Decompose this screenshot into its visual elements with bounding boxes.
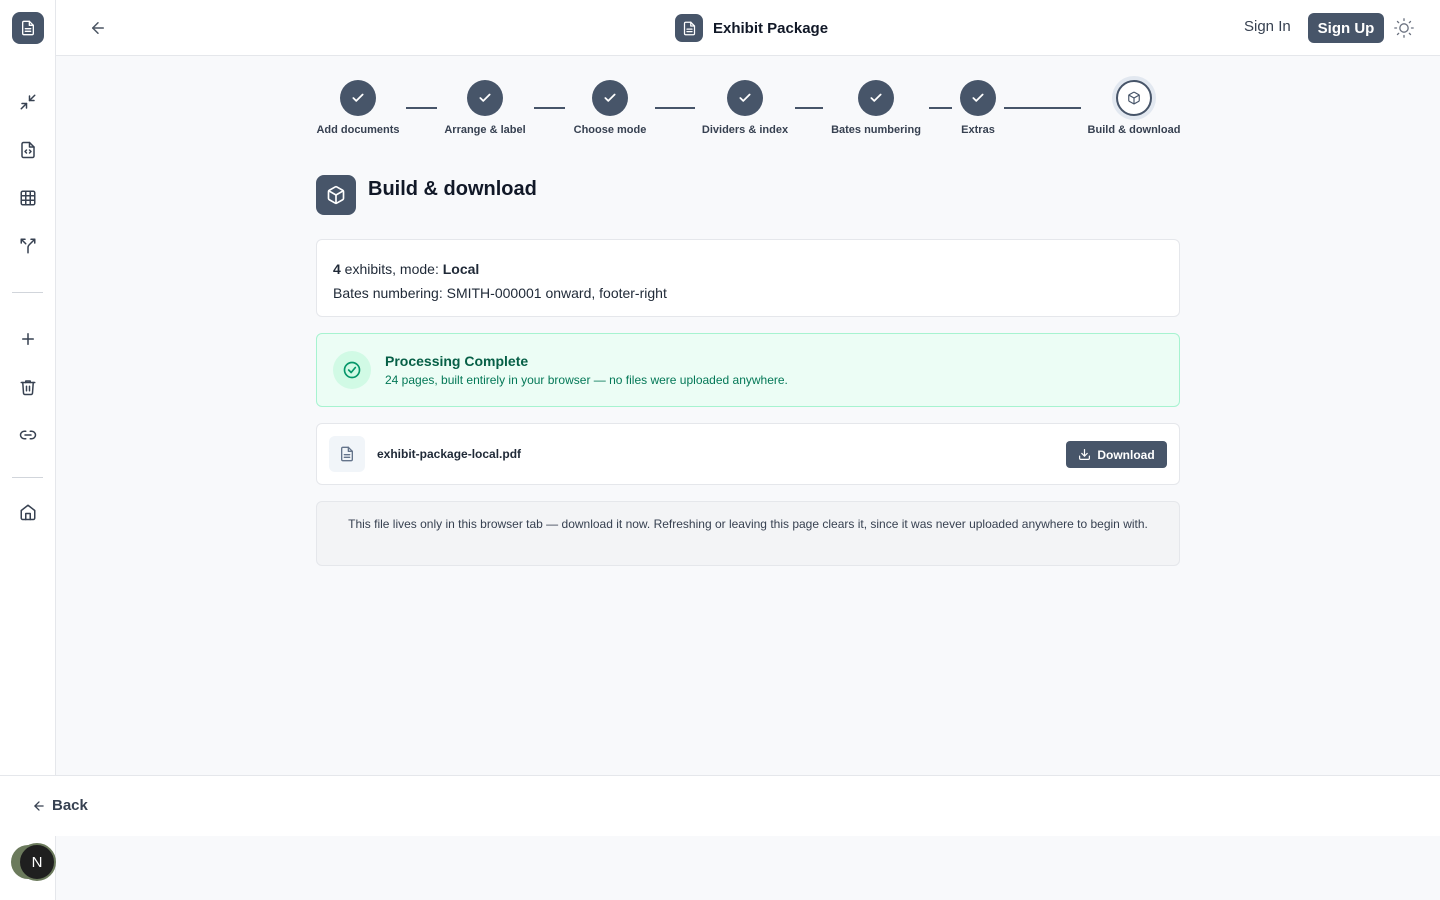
page-title: Exhibit Package bbox=[675, 14, 828, 42]
package-icon bbox=[327, 185, 345, 205]
table-icon bbox=[20, 190, 36, 206]
exhibit-count: 4 bbox=[333, 261, 341, 277]
mode-value: Local bbox=[442, 261, 480, 277]
app-logo-button[interactable] bbox=[12, 12, 44, 44]
step-arrange-label[interactable]: Arrange & label bbox=[444, 80, 526, 136]
processing-status-card: Processing Complete 24 pages, built enti… bbox=[316, 333, 1180, 407]
success-badge bbox=[333, 351, 371, 389]
summary-line: 4 exhibits, mode: Local bbox=[333, 257, 1163, 281]
sign-in-link[interactable]: Sign In bbox=[1244, 18, 1291, 35]
check-circle-icon bbox=[343, 361, 361, 379]
step-label: Build & download bbox=[1087, 124, 1181, 136]
sidebar-divider bbox=[12, 477, 43, 478]
step-dividers-index[interactable]: Dividers & index bbox=[700, 80, 790, 136]
split-icon bbox=[20, 238, 36, 254]
step-complete-badge bbox=[592, 80, 628, 116]
sidebar-link-button[interactable] bbox=[16, 423, 40, 447]
section-badge bbox=[316, 175, 356, 215]
step-connector bbox=[406, 107, 437, 109]
home-icon bbox=[20, 504, 36, 521]
step-label: Add documents bbox=[316, 124, 400, 136]
file-thumbnail bbox=[329, 436, 365, 472]
avatar[interactable]: N bbox=[18, 843, 56, 881]
status-message: 24 pages, built entirely in your browser… bbox=[385, 373, 788, 387]
theme-toggle-button[interactable] bbox=[1392, 16, 1416, 40]
header-back-button[interactable] bbox=[86, 16, 110, 40]
file-card: exhibit-package-local.pdf Download bbox=[316, 423, 1180, 485]
sidebar-table-button[interactable] bbox=[16, 186, 40, 210]
arrow-left-icon bbox=[34, 800, 44, 811]
notice-card: This file lives only in this browser tab… bbox=[316, 501, 1180, 566]
sidebar bbox=[0, 0, 56, 900]
link-icon bbox=[19, 430, 37, 440]
check-icon bbox=[870, 93, 882, 102]
step-connector bbox=[795, 107, 823, 109]
package-icon bbox=[1128, 91, 1140, 105]
sidebar-split-button[interactable] bbox=[16, 234, 40, 258]
document-icon bbox=[683, 21, 695, 35]
step-label: Arrange & label bbox=[444, 124, 526, 136]
sidebar-divider bbox=[12, 292, 43, 293]
step-extras[interactable]: Extras bbox=[956, 80, 1000, 136]
step-add-documents[interactable]: Add documents bbox=[316, 80, 400, 136]
step-connector bbox=[534, 107, 565, 109]
footer-back-button[interactable]: Back bbox=[32, 797, 88, 814]
status-title: Processing Complete bbox=[385, 353, 529, 369]
minimize-icon bbox=[20, 94, 36, 110]
sidebar-home-button[interactable] bbox=[16, 500, 40, 524]
arrow-left-icon bbox=[92, 22, 104, 34]
app-title: Exhibit Package bbox=[713, 19, 829, 37]
footer-bar: Back bbox=[0, 775, 1440, 836]
step-label: Extras bbox=[961, 124, 995, 136]
file-code-icon bbox=[21, 141, 35, 159]
sign-up-button[interactable]: Sign Up bbox=[1308, 13, 1384, 43]
sidebar-compress-button[interactable] bbox=[16, 90, 40, 114]
title-badge bbox=[675, 14, 703, 42]
file-text-icon bbox=[341, 446, 353, 462]
step-label: Choose mode bbox=[573, 124, 647, 136]
step-complete-badge bbox=[858, 80, 894, 116]
sidebar-code-file-button[interactable] bbox=[16, 138, 40, 162]
step-choose-mode[interactable]: Choose mode bbox=[572, 80, 648, 136]
document-icon bbox=[22, 20, 34, 36]
file-name: exhibit-package-local.pdf bbox=[377, 447, 522, 461]
bates-summary: Bates numbering: SMITH-000001 onward, fo… bbox=[333, 285, 667, 301]
sidebar-add-button[interactable] bbox=[16, 327, 40, 351]
exhibits-text: exhibits, mode: bbox=[340, 261, 443, 277]
status-text: Processing Complete 24 pages, built enti… bbox=[385, 353, 788, 387]
step-label: Dividers & index bbox=[701, 124, 789, 136]
check-icon bbox=[972, 93, 984, 102]
step-current-badge bbox=[1116, 80, 1152, 116]
step-bates-numbering[interactable]: Bates numbering bbox=[829, 80, 923, 136]
check-icon bbox=[352, 93, 364, 102]
section-header: Build & download bbox=[316, 175, 537, 215]
trash-icon bbox=[20, 380, 36, 396]
check-icon bbox=[479, 93, 491, 102]
step-complete-badge bbox=[340, 80, 376, 116]
step-complete-badge bbox=[727, 80, 763, 116]
step-connector bbox=[655, 107, 695, 109]
sun-icon bbox=[1394, 18, 1414, 38]
download-button[interactable]: Download bbox=[1066, 441, 1167, 468]
sidebar-delete-button[interactable] bbox=[16, 375, 40, 399]
step-label: Bates numbering bbox=[831, 124, 921, 136]
back-label: Back bbox=[52, 797, 88, 814]
download-label: Download bbox=[1097, 447, 1155, 462]
check-icon bbox=[604, 93, 616, 102]
step-complete-badge bbox=[960, 80, 996, 116]
top-bar: Exhibit Package Sign In Sign Up bbox=[56, 0, 1440, 56]
step-connector bbox=[1004, 107, 1081, 109]
summary-card: 4 exhibits, mode: Local Bates numbering:… bbox=[316, 239, 1180, 317]
section-title: Build & download bbox=[368, 178, 537, 200]
check-icon bbox=[739, 93, 751, 102]
step-connector bbox=[929, 107, 952, 109]
step-build-download[interactable]: Build & download bbox=[1086, 80, 1182, 136]
step-complete-badge bbox=[467, 80, 503, 116]
plus-icon bbox=[22, 333, 34, 345]
download-icon bbox=[1079, 449, 1091, 460]
